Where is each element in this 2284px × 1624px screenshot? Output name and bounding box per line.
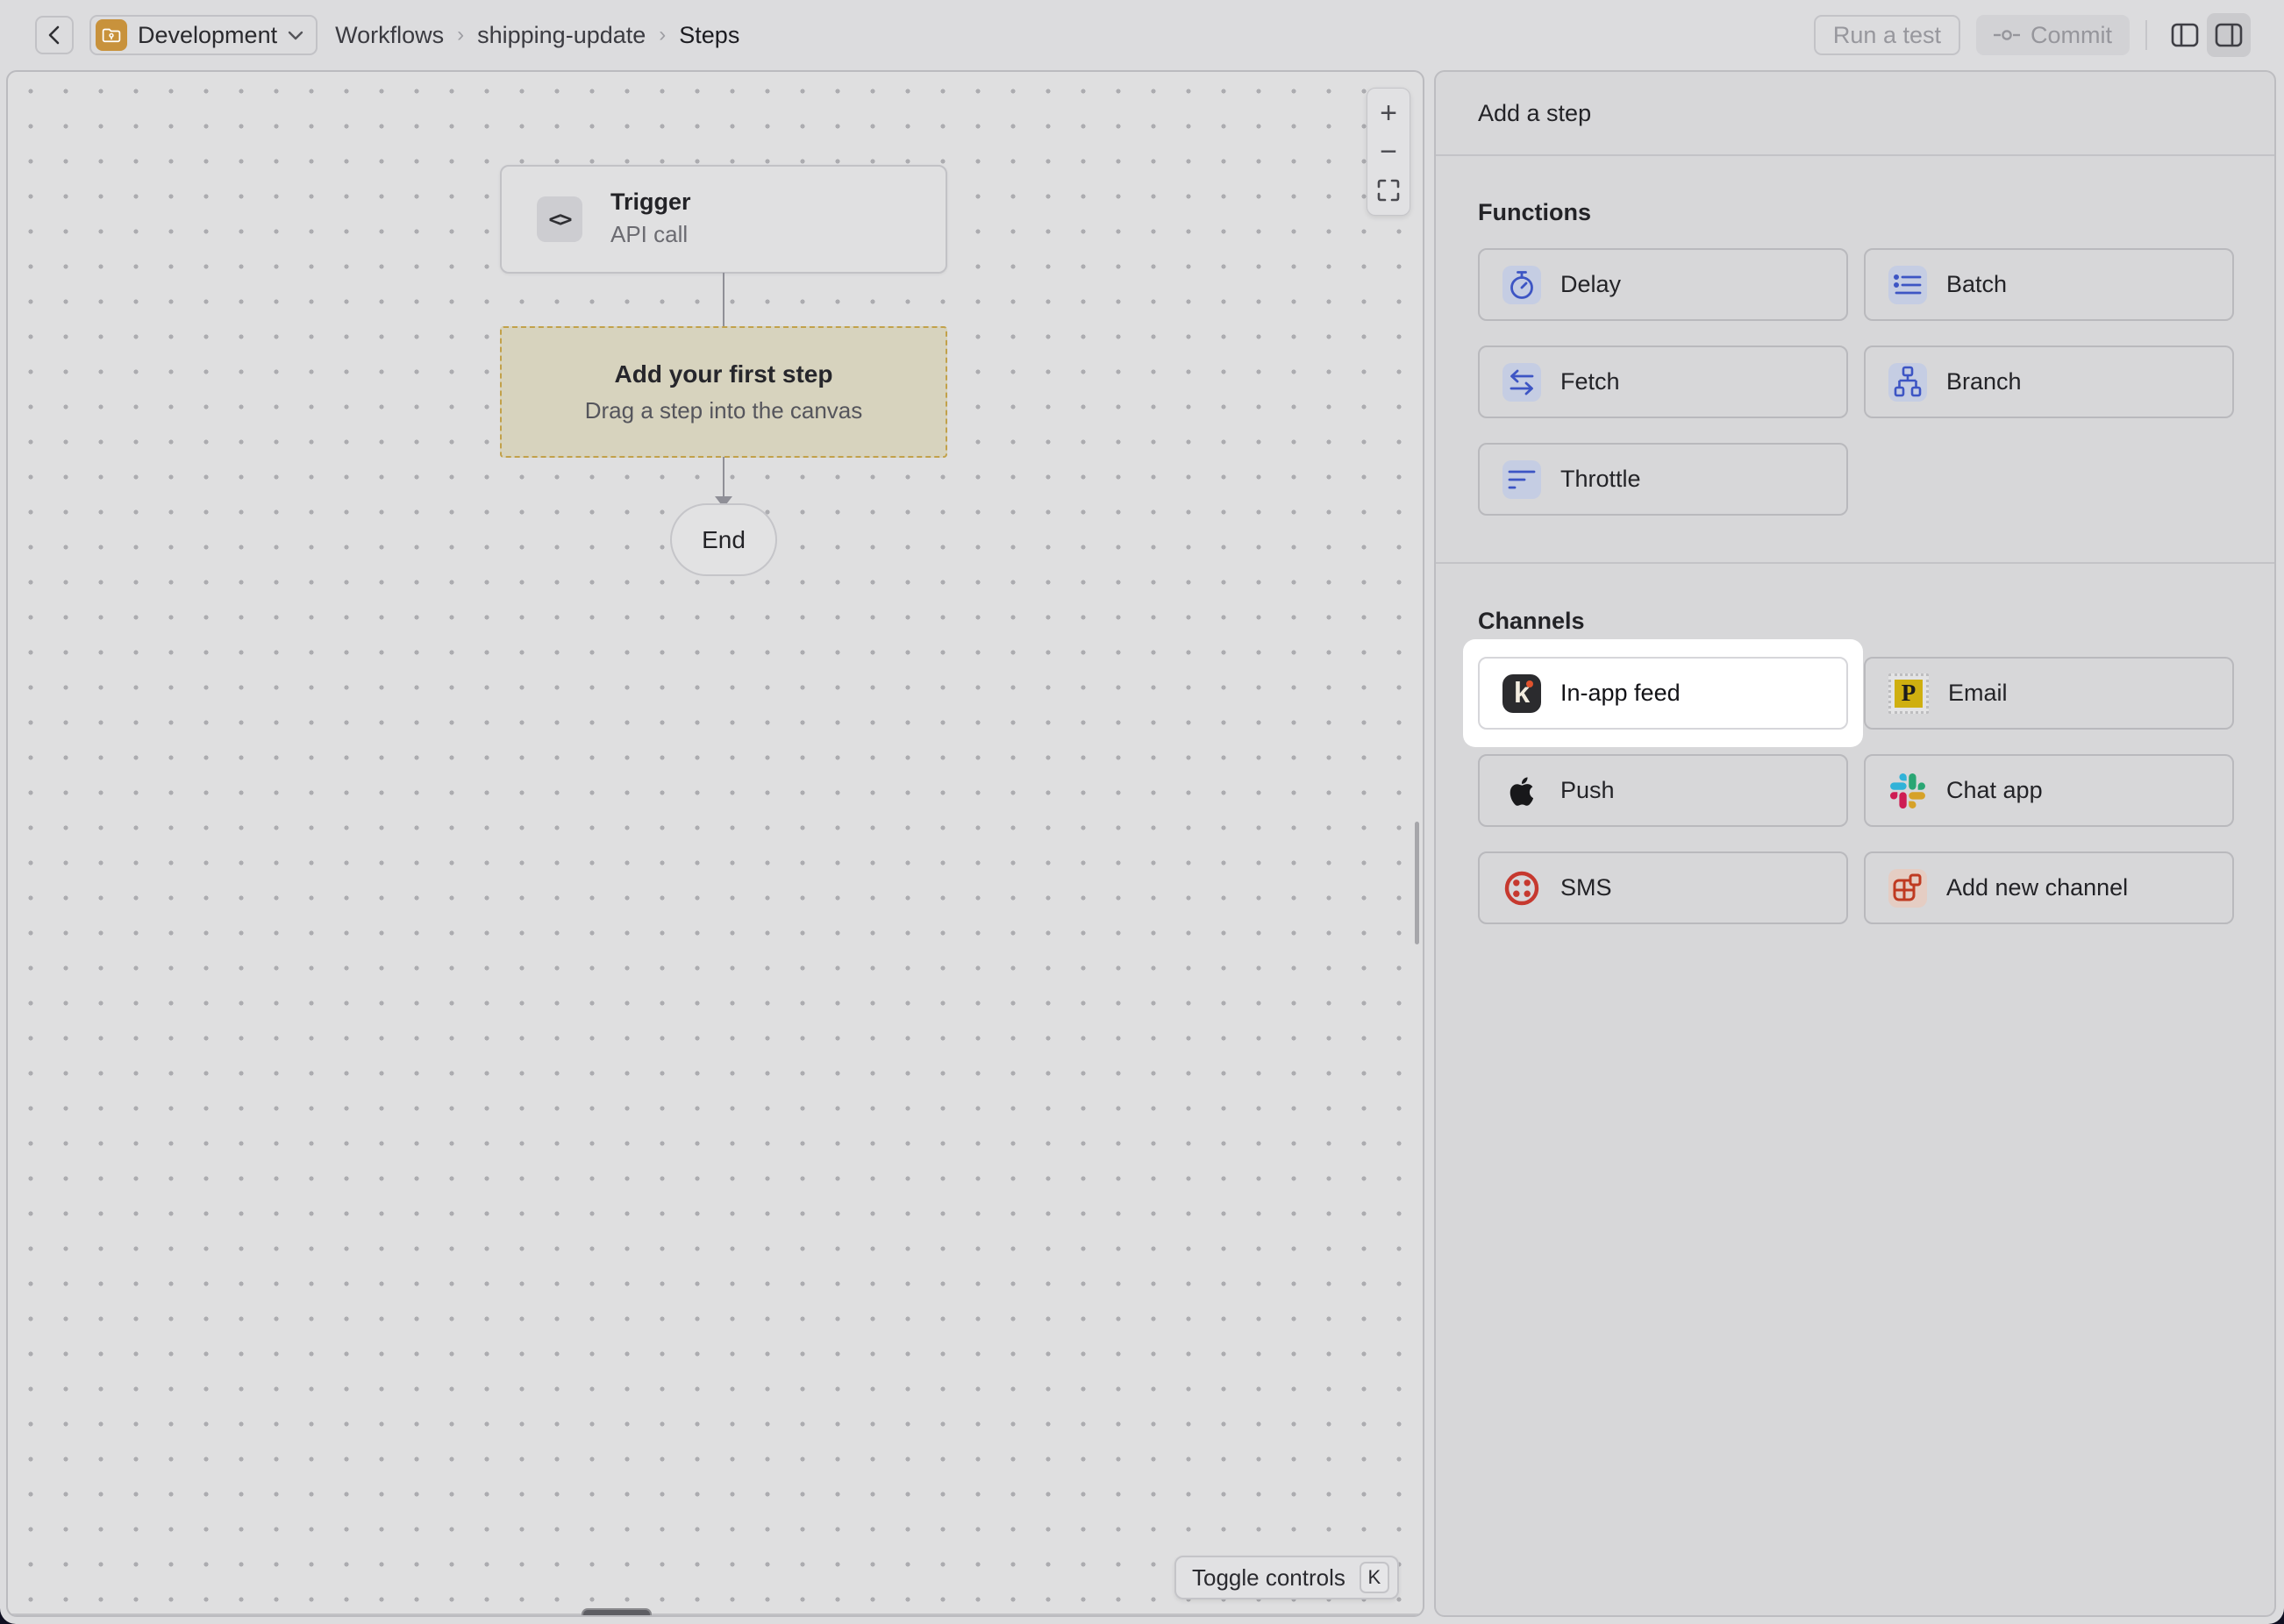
horizontal-scrollbar-track (8, 1613, 1423, 1615)
breadcrumb-workflows[interactable]: Workflows (335, 22, 444, 49)
section-divider (1436, 562, 2274, 564)
step-card-throttle[interactable]: Throttle (1478, 443, 1848, 516)
workflow-canvas[interactable]: <> Trigger API call Add your first step … (6, 70, 1424, 1617)
apple-logo (1502, 772, 1541, 810)
step-card-sms[interactable]: SMS (1478, 851, 1848, 924)
step-card-label: SMS (1560, 874, 1612, 901)
step-card-label: Batch (1946, 271, 2007, 298)
knock-k-letter: k (1514, 673, 1530, 712)
dropzone-subtitle: Drag a step into the canvas (585, 397, 863, 424)
branch-tree-icon (1888, 363, 1927, 402)
toggle-left-panel-button[interactable] (2163, 13, 2207, 57)
fetch-arrows-icon (1502, 363, 1541, 402)
zoom-controls: + − (1367, 88, 1410, 216)
step-card-label: Add new channel (1946, 874, 2128, 901)
channels-heading: Channels (1478, 607, 2230, 635)
commit-button[interactable]: Commit (1976, 15, 2130, 55)
add-channel-icon (1888, 869, 1927, 908)
toggle-controls-button[interactable]: Toggle controls K (1174, 1556, 1399, 1599)
breadcrumb-separator: › (457, 23, 464, 47)
step-card-label: Throttle (1560, 466, 1641, 493)
chevron-left-icon (45, 24, 64, 46)
panel-title: Add a step (1436, 72, 2274, 156)
step-card-label: Fetch (1560, 368, 1620, 395)
step-card-in-app-feed[interactable]: k In-app feed (1478, 657, 1848, 730)
postmark-p-letter: P (1895, 680, 1923, 708)
toggle-controls-label: Toggle controls (1192, 1564, 1345, 1592)
back-button[interactable] (35, 16, 74, 54)
toggle-right-panel-button[interactable] (2207, 13, 2251, 57)
step-card-add-new-channel[interactable]: Add new channel (1864, 851, 2234, 924)
step-card-branch[interactable]: Branch (1864, 345, 2234, 418)
zoom-out-button[interactable]: − (1369, 134, 1408, 169)
fit-view-button[interactable] (1369, 173, 1408, 208)
topbar-divider (2145, 20, 2147, 50)
breadcrumb-steps[interactable]: Steps (679, 22, 739, 49)
commit-label: Commit (2031, 22, 2112, 49)
slack-logo (1888, 772, 1927, 810)
horizontal-scrollbar-thumb[interactable] (582, 1608, 652, 1617)
step-card-label: Delay (1560, 271, 1621, 298)
code-icon: <> (537, 196, 582, 242)
run-a-test-label: Run a test (1833, 22, 1941, 49)
functions-section: Functions Delay Batch (1436, 198, 2274, 516)
step-card-label: Push (1560, 777, 1615, 804)
commit-icon (1994, 28, 2020, 42)
chevron-down-icon (288, 31, 303, 40)
step-card-delay[interactable]: Delay (1478, 248, 1848, 321)
step-card-label: Email (1948, 680, 2008, 707)
connector-line (723, 457, 724, 499)
zoom-in-button[interactable]: + (1369, 96, 1408, 131)
knock-red-dot (1526, 680, 1533, 687)
step-card-label: In-app feed (1560, 680, 1681, 707)
breadcrumb-separator: › (659, 23, 666, 47)
twilio-logo (1502, 869, 1541, 908)
step-card-chat-app[interactable]: Chat app (1864, 754, 2234, 827)
functions-grid: Delay Batch Fetch (1478, 248, 2230, 516)
channels-section: Channels k In-app feed P Email (1436, 607, 2274, 924)
step-card-push[interactable]: Push (1478, 754, 1848, 827)
postmark-logo: P (1888, 673, 1929, 714)
end-label: End (702, 526, 746, 554)
step-card-label: Branch (1946, 368, 2022, 395)
trigger-text: Trigger API call (610, 187, 691, 252)
app-window: Development Workflows › shipping-update … (0, 0, 2284, 1624)
batch-list-icon (1888, 266, 1927, 304)
top-bar: Development Workflows › shipping-update … (0, 0, 2284, 70)
dropzone-title: Add your first step (615, 360, 833, 388)
fit-view-icon (1377, 179, 1400, 202)
run-a-test-button[interactable]: Run a test (1814, 15, 1960, 55)
panel-right-icon (2215, 23, 2243, 47)
step-card-fetch[interactable]: Fetch (1478, 345, 1848, 418)
throttle-lines-icon (1502, 460, 1541, 499)
knock-logo: k (1502, 674, 1541, 713)
panel-left-icon (2171, 23, 2199, 47)
connector-line (723, 273, 724, 327)
channels-grid: k In-app feed P Email Push (1478, 657, 2230, 924)
add-first-step-dropzone[interactable]: Add your first step Drag a step into the… (500, 326, 947, 458)
add-step-panel: Add a step Functions Delay Batch (1434, 70, 2276, 1617)
breadcrumb: Workflows › shipping-update › Steps (335, 22, 739, 49)
trigger-node[interactable]: <> Trigger API call (500, 165, 947, 274)
trigger-title: Trigger (610, 187, 691, 217)
environment-folder-icon (96, 19, 127, 51)
step-card-batch[interactable]: Batch (1864, 248, 2234, 321)
keyboard-shortcut-badge: K (1360, 1562, 1389, 1593)
trigger-subtitle: API call (610, 217, 691, 252)
step-card-label: Chat app (1946, 777, 2043, 804)
end-node[interactable]: End (670, 503, 777, 576)
step-card-email[interactable]: P Email (1864, 657, 2234, 730)
environment-selector[interactable]: Development (89, 15, 318, 55)
environment-label: Development (138, 22, 277, 49)
breadcrumb-workflow-name[interactable]: shipping-update (477, 22, 646, 49)
vertical-scrollbar-thumb[interactable] (1415, 822, 1419, 944)
functions-heading: Functions (1478, 198, 2230, 226)
delay-stopwatch-icon (1502, 266, 1541, 304)
